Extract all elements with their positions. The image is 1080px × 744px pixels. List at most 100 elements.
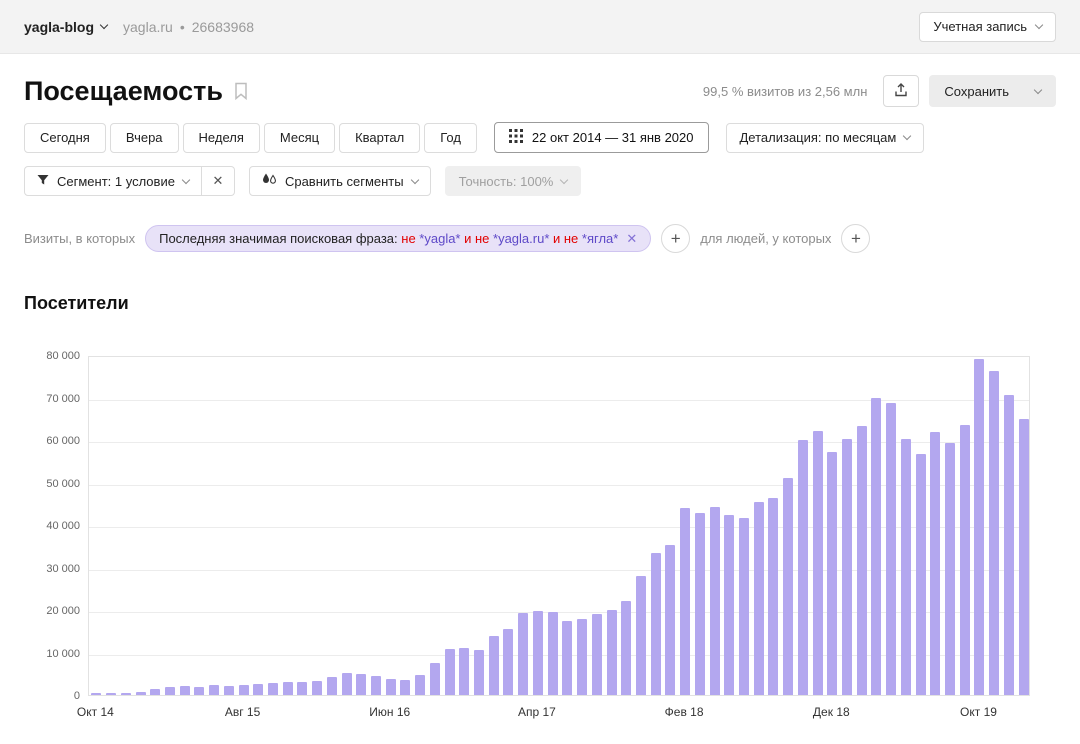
chart-bar[interactable]	[503, 629, 513, 695]
accuracy-dropdown[interactable]: Точность: 100%	[445, 166, 582, 196]
chart-bar[interactable]	[930, 432, 940, 695]
chart-bar[interactable]	[1019, 419, 1029, 695]
chart-bar[interactable]	[960, 425, 970, 695]
counter-name: yagla-blog	[24, 19, 94, 35]
chart-bar[interactable]	[636, 576, 646, 695]
chart-bar[interactable]	[327, 677, 337, 695]
chart-bar[interactable]	[209, 685, 219, 695]
chart-bar[interactable]	[592, 614, 602, 695]
x-axis-tick-label: Авг 15	[225, 705, 260, 719]
chart-bar[interactable]	[842, 439, 852, 695]
add-people-condition-button[interactable]: +	[841, 224, 870, 253]
chart-bar[interactable]	[474, 650, 484, 695]
chart-bar[interactable]	[489, 636, 499, 695]
chart-bar[interactable]	[518, 613, 528, 695]
account-button[interactable]: Учетная запись	[919, 12, 1056, 42]
chart-bar[interactable]	[739, 518, 749, 695]
chart-bar[interactable]	[577, 619, 587, 695]
chart-bar[interactable]	[106, 693, 116, 695]
chart-bar[interactable]	[430, 663, 440, 695]
chart-bar[interactable]	[974, 359, 984, 695]
detail-dropdown[interactable]: Детализация: по месяцам	[726, 123, 925, 153]
chart-bar[interactable]	[857, 426, 867, 695]
chart-bar[interactable]	[445, 649, 455, 695]
segment-row: Сегмент: 1 условие ✕ Сравнить сегменты Т…	[24, 166, 1056, 196]
chart-bar[interactable]	[224, 686, 234, 695]
chart-bar[interactable]	[827, 452, 837, 695]
chart-bar[interactable]	[136, 692, 146, 695]
chart-bar[interactable]	[886, 403, 896, 695]
chart-bar[interactable]	[724, 515, 734, 695]
chart-bar[interactable]	[754, 502, 764, 695]
chart-bar[interactable]	[194, 687, 204, 695]
segment-button[interactable]: Сегмент: 1 условие	[24, 166, 202, 196]
chart-bar[interactable]	[268, 683, 278, 695]
chart-bar[interactable]	[415, 675, 425, 695]
period-tab-5[interactable]: Год	[424, 123, 477, 153]
counter-id: 26683968	[192, 19, 254, 35]
chart-bar[interactable]	[342, 673, 352, 695]
chart-bar[interactable]	[121, 693, 131, 695]
chart-bar[interactable]	[356, 674, 366, 695]
period-tab-2[interactable]: Неделя	[183, 123, 260, 153]
chart-bar[interactable]	[150, 689, 160, 695]
chart-bar[interactable]	[459, 648, 469, 695]
chart-bar[interactable]	[180, 686, 190, 695]
chart-bar[interactable]	[312, 681, 322, 695]
main-content: Посещаемость 99,5 % визитов из 2,56 млн …	[0, 72, 1080, 728]
period-tab-1[interactable]: Вчера	[110, 123, 179, 153]
save-button[interactable]: Сохранить	[929, 75, 1056, 107]
chart-bar[interactable]	[916, 454, 926, 695]
visits-summary: 99,5 % визитов из 2,56 млн	[703, 84, 867, 99]
y-axis-tick-label: 70 000	[24, 393, 80, 405]
date-range-button[interactable]: 22 окт 2014 — 31 янв 2020	[494, 122, 709, 153]
compare-segments-button[interactable]: Сравнить сегменты	[249, 166, 431, 196]
site-domain: yagla.ru	[123, 19, 173, 35]
chart-bar[interactable]	[548, 612, 558, 695]
chart-bar[interactable]	[695, 513, 705, 695]
chart-bar[interactable]	[253, 684, 263, 695]
remove-condition-icon[interactable]: ✕	[626, 231, 637, 247]
chart-bar[interactable]	[239, 685, 249, 695]
counter-switcher[interactable]: yagla-blog	[24, 19, 107, 35]
site-info: yagla.ru • 26683968	[123, 19, 254, 35]
chart-bar[interactable]	[768, 498, 778, 695]
chart-bar[interactable]	[607, 610, 617, 695]
chart-bar[interactable]	[989, 371, 999, 695]
chart-bar[interactable]	[400, 680, 410, 695]
bookmark-icon[interactable]	[234, 82, 248, 105]
period-tab-4[interactable]: Квартал	[339, 123, 420, 153]
chart-bar[interactable]	[371, 676, 381, 695]
period-tab-3[interactable]: Месяц	[264, 123, 335, 153]
chart-bar[interactable]	[798, 440, 808, 695]
chart-bar[interactable]	[1004, 395, 1014, 695]
chart-bar[interactable]	[562, 621, 572, 695]
export-button[interactable]	[883, 75, 919, 107]
y-axis-tick-label: 10 000	[24, 648, 80, 660]
chart-bar[interactable]	[386, 679, 396, 695]
add-visit-condition-button[interactable]: +	[661, 224, 690, 253]
condition-part-normal: Последняя значимая поисковая фраза:	[159, 231, 401, 246]
period-tab-0[interactable]: Сегодня	[24, 123, 106, 153]
section-title-visitors: Посетители	[24, 293, 1056, 314]
chart-bar[interactable]	[165, 687, 175, 695]
x-axis-tick-label: Окт 19	[960, 705, 997, 719]
chart-bar[interactable]	[813, 431, 823, 695]
segment-clear-button[interactable]: ✕	[202, 166, 235, 196]
segment-condition-pill[interactable]: Последняя значимая поисковая фраза: не *…	[145, 225, 651, 252]
chevron-down-icon	[410, 175, 418, 183]
chart-bar[interactable]	[665, 545, 675, 695]
chart-bar[interactable]	[283, 682, 293, 695]
chart-bar[interactable]	[651, 553, 661, 695]
chart-bar[interactable]	[680, 508, 690, 695]
chart-bar[interactable]	[945, 443, 955, 695]
chart-bar[interactable]	[621, 601, 631, 695]
chart-bar[interactable]	[901, 439, 911, 695]
funnel-icon	[37, 174, 49, 189]
chart-bar[interactable]	[871, 398, 881, 696]
chart-bar[interactable]	[91, 693, 101, 695]
chart-bar[interactable]	[783, 478, 793, 695]
chart-bar[interactable]	[297, 682, 307, 695]
chart-bar[interactable]	[533, 611, 543, 695]
chart-bar[interactable]	[710, 507, 720, 695]
